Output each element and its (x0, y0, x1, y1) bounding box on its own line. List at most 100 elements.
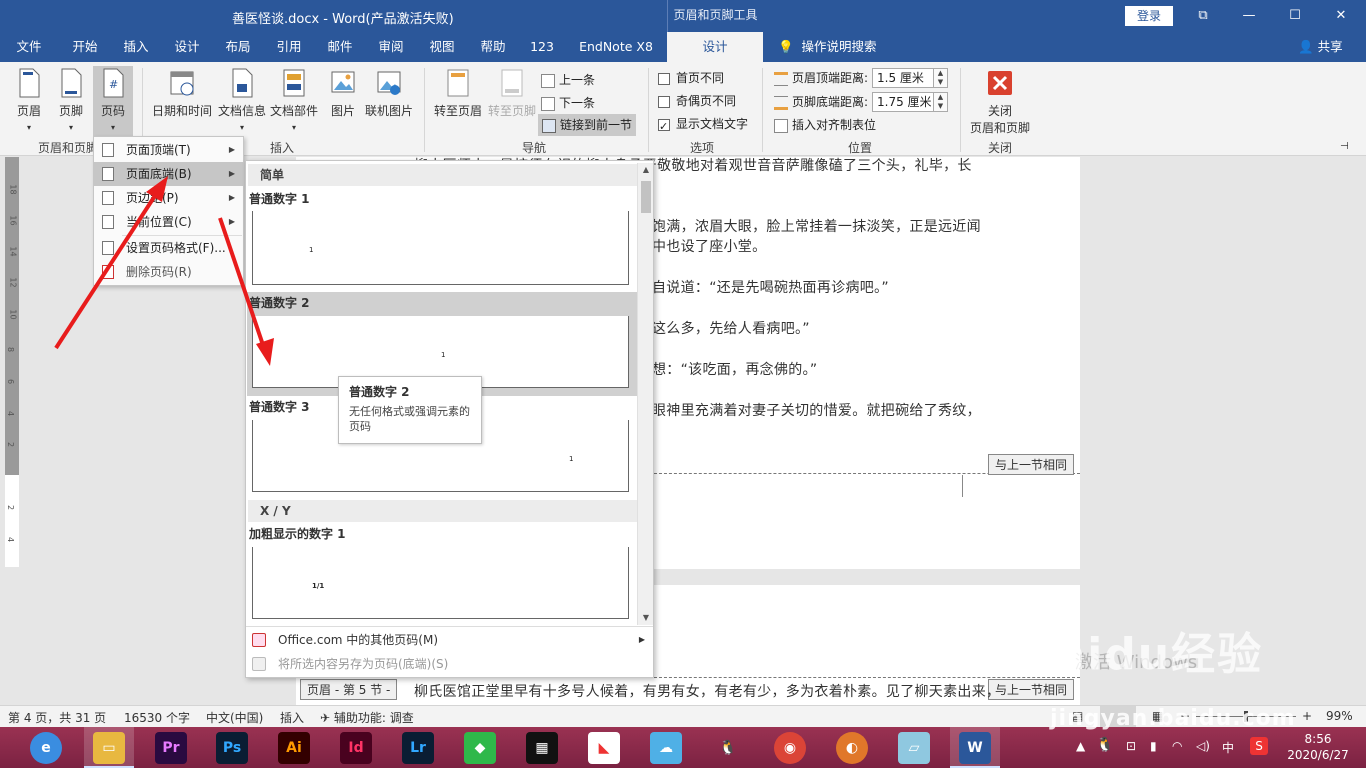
tray-battery-icon[interactable]: ▮ (1150, 739, 1157, 768)
goto-footer-button[interactable]: 转至页脚 (486, 68, 538, 119)
green-app-icon[interactable]: ◆ (464, 732, 496, 764)
date-time-button[interactable]: 日期和时间 (150, 68, 214, 119)
red-app-icon[interactable]: ◣ (588, 732, 620, 764)
link-to-previous-button[interactable]: 链接到前一节 (538, 114, 637, 136)
more-page-numbers-office[interactable]: Office.com 中的其他页码(M) ▶ (246, 628, 653, 652)
next-button[interactable]: 下一条 (541, 93, 595, 113)
footer-bottom-spinner[interactable]: ▲ ▼ (934, 92, 948, 112)
tab-layout[interactable]: 布局 (215, 32, 261, 62)
footer-button[interactable]: 页脚 ▾ (52, 68, 90, 133)
photoshop-icon[interactable]: Ps (216, 732, 248, 764)
tray-qq-icon[interactable]: 🐧 (1096, 737, 1113, 768)
tab-123[interactable]: 123 (521, 32, 563, 62)
indesign-icon[interactable]: Id (340, 732, 372, 764)
insert-mode[interactable]: 插入 (280, 709, 304, 726)
page-number-icon: # (103, 68, 124, 98)
file-explorer-icon[interactable]: ▭ (93, 732, 125, 764)
share-button[interactable]: 👤 共享 (1298, 32, 1343, 62)
link-icon (542, 118, 556, 133)
page-number-button[interactable]: # 页码 ▾ (93, 66, 133, 136)
illustrator-icon[interactable]: Ai (278, 732, 310, 764)
save-selection-page-number[interactable]: 将所选内容另存为页码(底端)(S) (246, 652, 653, 676)
firefox-icon[interactable]: ◐ (836, 732, 868, 764)
menu-item-top-of-page[interactable]: 页面顶端(T) ▶ (94, 138, 243, 162)
submenu-arrow-icon: ▶ (228, 169, 235, 178)
goto-header-button[interactable]: 转至页眉 (432, 68, 484, 119)
ruler-tick: 14 (8, 246, 18, 257)
tab-review[interactable]: 审阅 (368, 32, 414, 62)
system-clock[interactable]: 8:56 2020/6/27 (1283, 731, 1353, 763)
close-button[interactable]: ✕ (1318, 0, 1364, 32)
gallery-item-bold-number-1[interactable]: 1/1 (252, 547, 629, 619)
picture-button[interactable]: 图片 (326, 68, 360, 119)
tray-volume-icon[interactable]: ◁) (1196, 739, 1210, 768)
doc-info-button[interactable]: 文档信息 ▾ (216, 68, 268, 133)
gallery-scrollbar[interactable]: ▲ ▼ (637, 163, 653, 625)
word-icon[interactable]: W (959, 732, 991, 764)
lightroom-icon[interactable]: Lr (402, 732, 434, 764)
notes-app-icon[interactable]: ▱ (898, 732, 930, 764)
collapse-ribbon-icon[interactable]: ⊣ (1340, 137, 1349, 157)
zoom-in-icon[interactable]: + (1302, 709, 1312, 723)
ime-indicator[interactable]: 中 (1222, 739, 1234, 768)
video-editor-icon[interactable]: ▦ (526, 732, 558, 764)
tab-references[interactable]: 引用 (266, 32, 312, 62)
close-header-footer-button[interactable]: 关闭 页眉和页脚 (966, 68, 1034, 136)
gallery-item-plain-number-1[interactable]: 1 (252, 211, 629, 285)
zoom-level[interactable]: 99% (1326, 709, 1353, 723)
header-top-spinner[interactable]: ▲ ▼ (934, 68, 948, 88)
accessibility-check[interactable]: ✈ 辅助功能: 调查 (320, 709, 414, 726)
maximize-button[interactable]: ☐ (1272, 0, 1318, 32)
menu-label: 页面底端(B) (126, 167, 192, 181)
tab-endnote[interactable]: EndNote X8 (574, 32, 658, 62)
chat-app-icon[interactable]: ☁ (650, 732, 682, 764)
browser-360-icon[interactable]: e (30, 732, 62, 764)
chrome-icon[interactable]: ◉ (774, 732, 806, 764)
tab-design[interactable]: 设计 (164, 32, 210, 62)
ribbon-separator (648, 68, 649, 152)
menu-item-current-position[interactable]: 当前位置(C) ▶ (94, 210, 243, 234)
tab-mailings[interactable]: 邮件 (317, 32, 363, 62)
date-time-label: 日期和时间 (151, 104, 212, 118)
tab-insert[interactable]: 插入 (113, 32, 159, 62)
tray-wifi-icon[interactable]: ◠ (1172, 739, 1182, 768)
qq-icon[interactable]: 🐧 (712, 732, 744, 764)
page-count[interactable]: 第 4 页，共 31 页 (8, 709, 106, 726)
word-count[interactable]: 16530 个字 (124, 709, 190, 726)
tray-network-icon[interactable]: ⊡ (1126, 739, 1136, 768)
scroll-thumb[interactable] (641, 181, 651, 213)
menu-item-remove-page-numbers[interactable]: 删除页码(R) (94, 260, 243, 284)
tab-hf-design[interactable]: 设计 (667, 32, 763, 62)
tab-help[interactable]: 帮助 (470, 32, 516, 62)
tab-view[interactable]: 视图 (419, 32, 465, 62)
sogou-ime-icon[interactable]: S (1250, 737, 1268, 755)
menu-item-format-page-numbers[interactable]: 设置页码格式(F)... (94, 236, 243, 260)
cursor-line (962, 475, 963, 497)
language[interactable]: 中文(中国) (206, 709, 263, 726)
tab-home[interactable]: 开始 (62, 32, 108, 62)
insert-align-tab-button[interactable]: 插入对齐制表位 (774, 115, 876, 135)
submenu-arrow-icon: ▶ (228, 145, 235, 154)
minimize-button[interactable]: — (1226, 0, 1272, 32)
odd-even-diff-checkbox[interactable]: 奇偶页不同 (658, 91, 736, 111)
footer-bottom-input[interactable]: 1.75 厘米 (872, 92, 934, 112)
login-button[interactable]: 登录 (1125, 6, 1173, 26)
scroll-down-icon[interactable]: ▼ (638, 611, 654, 625)
premiere-icon[interactable]: Pr (155, 732, 187, 764)
tab-file[interactable]: 文件 (8, 32, 50, 62)
menu-item-bottom-of-page[interactable]: 页面底端(B) ▶ (94, 162, 243, 186)
header-top-input[interactable]: 1.5 厘米 (872, 68, 934, 88)
goto-header-label: 转至页眉 (433, 104, 482, 118)
doc-parts-button[interactable]: 文档部件 ▾ (268, 68, 320, 133)
online-picture-button[interactable]: 联机图片 (362, 68, 416, 119)
header-button[interactable]: 页眉 ▾ (10, 68, 48, 133)
gallery-item-label: 普通数字 1 (249, 192, 310, 206)
ribbon-display-icon[interactable]: ⧉ (1180, 0, 1226, 32)
show-doc-text-checkbox[interactable]: 显示文档文字 (658, 114, 748, 137)
tell-me-search[interactable]: 💡 操作说明搜索 (778, 32, 877, 62)
first-page-diff-checkbox[interactable]: 首页不同 (658, 68, 724, 88)
scroll-up-icon[interactable]: ▲ (638, 163, 654, 177)
tray-expand-icon[interactable]: ▲ (1076, 739, 1085, 768)
previous-button[interactable]: 上一条 (541, 70, 595, 90)
menu-item-page-margins[interactable]: 页边距(P) ▶ (94, 186, 243, 210)
